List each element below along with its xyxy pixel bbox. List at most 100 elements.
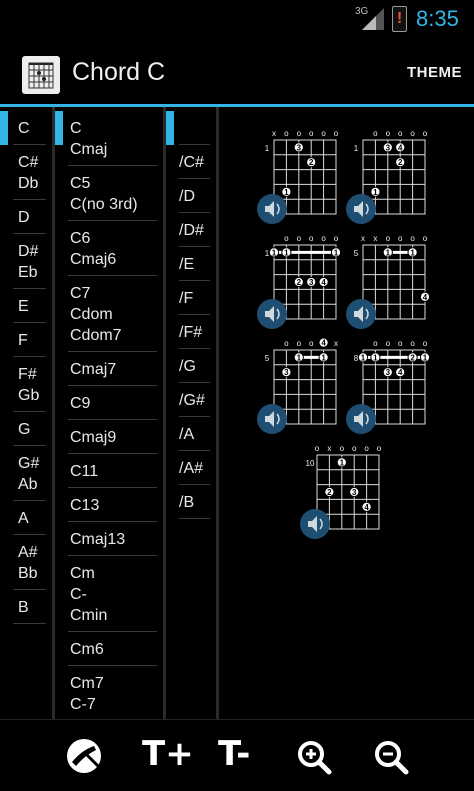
bass-note-item[interactable]: /D [166, 179, 216, 213]
bass-note-item[interactable]: /G [166, 349, 216, 383]
selection-indicator [166, 111, 174, 145]
string-marker: o [373, 339, 378, 348]
root-note-item-label: B [18, 599, 29, 616]
string-marker: o [284, 339, 289, 348]
string-marker: o [315, 444, 320, 453]
chord-type-item[interactable]: C Cmaj [55, 111, 163, 166]
bass-note-item[interactable]: /G# [166, 383, 216, 417]
root-note-item[interactable]: F# Gb [0, 357, 52, 412]
chord-type-item[interactable]: C6 Cmaj6 [55, 221, 163, 276]
zoom-out-icon[interactable] [373, 736, 409, 778]
string-marker: o [377, 444, 382, 453]
app-chord-icon[interactable] [22, 56, 60, 94]
root-note-item-label: E [18, 298, 29, 315]
text-increase-button[interactable]: T+ [142, 734, 194, 776]
finger-number: 4 [398, 143, 403, 152]
chord-type-item[interactable]: Cm6 [55, 632, 163, 666]
string-marker: o [423, 339, 428, 348]
bass-note-item[interactable]: /D# [166, 213, 216, 247]
chord-diagram: 10o x o o o o12 34 [300, 444, 382, 539]
string-marker: x [334, 339, 338, 348]
root-note-item[interactable]: G# Ab [0, 446, 52, 501]
string-marker: o [297, 234, 302, 243]
root-note-item[interactable]: B [0, 590, 52, 624]
chord-type-item[interactable]: Cm7 C-7 [55, 666, 163, 719]
chord-type-item[interactable]: Cm C- Cmin [55, 556, 163, 632]
string-marker: o [321, 234, 326, 243]
clock: 8:35 [416, 6, 459, 31]
bass-note-list[interactable]: /C# /D/D# /E/F/F# /G/G# /A/A# /B [166, 107, 216, 719]
string-marker: o [297, 339, 302, 348]
finger-number: 3 [284, 368, 289, 377]
string-marker: o [334, 234, 339, 243]
bass-note-item[interactable]: /C# [166, 145, 216, 179]
string-marker: o [398, 339, 403, 348]
chord-type-item[interactable]: C11 [55, 454, 163, 488]
list-divider [13, 623, 46, 624]
chord-type-item-label: C9 [70, 395, 91, 412]
string-marker: o [398, 234, 403, 243]
play-sound-button[interactable] [300, 509, 330, 539]
chord-type-item[interactable]: Cmaj9 [55, 420, 163, 454]
root-note-list[interactable]: C C# Db D D# Eb E F F# Gb G G# Ab A A# Bb B [0, 107, 52, 719]
bass-note-item[interactable]: /B [166, 485, 216, 519]
finger-number: 1 [340, 458, 345, 467]
root-note-item-label: D [18, 209, 30, 226]
string-marker: o [410, 339, 415, 348]
root-note-item[interactable]: G [0, 412, 52, 446]
root-note-item[interactable]: C# Db [0, 145, 52, 200]
bottom-toolbar: T+ T- [0, 719, 474, 791]
root-note-item[interactable]: D [0, 200, 52, 234]
chord-type-item[interactable]: Cmaj13 [55, 522, 163, 556]
bass-note-item[interactable]: /A [166, 417, 216, 451]
root-note-item[interactable]: A# Bb [0, 535, 52, 590]
root-note-item[interactable]: F [0, 323, 52, 357]
chord-diagrams-panel: 1x o o o o o3211o o o o o43211o o o o o1 112 3 45x x o o o o1… [257, 129, 431, 539]
chord-type-item[interactable]: Cmaj7 [55, 352, 163, 386]
theme-button[interactable]: THEME [407, 64, 462, 81]
bass-note-item[interactable]: /F [166, 281, 216, 315]
play-sound-button[interactable] [257, 194, 287, 224]
chord-type-item-label: C6 Cmaj6 [70, 230, 117, 268]
finger-number: 1 [423, 353, 428, 362]
finger-number: 1 [297, 353, 302, 362]
string-marker: x [327, 444, 331, 453]
bass-note-item[interactable]: /E [166, 247, 216, 281]
bass-note-item[interactable]: /A# [166, 451, 216, 485]
chord-type-item[interactable]: C9 [55, 386, 163, 420]
chord-type-item-label: Cmaj7 [70, 361, 117, 378]
chord-type-list[interactable]: C Cmaj C5 C(no 3rd) C6 Cmaj6 C7 Cdom Cdom7 C… [55, 107, 163, 719]
chord-type-item-label: C13 [70, 497, 100, 514]
play-sound-button[interactable] [346, 194, 376, 224]
guitar-icon[interactable] [64, 735, 104, 777]
string-marker: o [410, 234, 415, 243]
chord-diagram: 1o o o o o4321 [346, 129, 428, 224]
chord-type-item[interactable]: C7 Cdom Cdom7 [55, 276, 163, 352]
finger-number: 2 [297, 278, 302, 287]
chord-diagram: 5oooox1134 [257, 337, 338, 434]
finger-number: 1 [334, 248, 339, 257]
finger-number: 2 [327, 488, 332, 497]
status-bar: 3G ! 8:35 [0, 0, 474, 38]
play-sound-button[interactable] [346, 404, 376, 434]
finger-number: 1 [373, 188, 378, 197]
finger-number: 1 [284, 248, 289, 257]
root-note-item[interactable]: A [0, 501, 52, 535]
chord-type-item-label: Cm7 C-7 [70, 675, 104, 713]
root-note-item[interactable]: C [0, 111, 52, 145]
zoom-in-icon[interactable] [296, 736, 332, 778]
bass-note-item[interactable]: /F# [166, 315, 216, 349]
play-sound-button[interactable] [257, 404, 287, 434]
text-decrease-button[interactable]: T- [218, 734, 258, 776]
chord-type-item[interactable]: C13 [55, 488, 163, 522]
finger-number: 4 [321, 278, 326, 287]
chord-type-item[interactable]: C5 C(no 3rd) [55, 166, 163, 221]
play-sound-button[interactable] [257, 299, 287, 329]
string-marker: x [272, 129, 276, 138]
root-note-item[interactable]: D# Eb [0, 234, 52, 289]
root-note-item[interactable]: E [0, 289, 52, 323]
play-sound-button[interactable] [346, 299, 376, 329]
string-marker: o [386, 129, 391, 138]
string-marker: o [309, 339, 314, 348]
bass-note-item[interactable] [166, 111, 216, 145]
